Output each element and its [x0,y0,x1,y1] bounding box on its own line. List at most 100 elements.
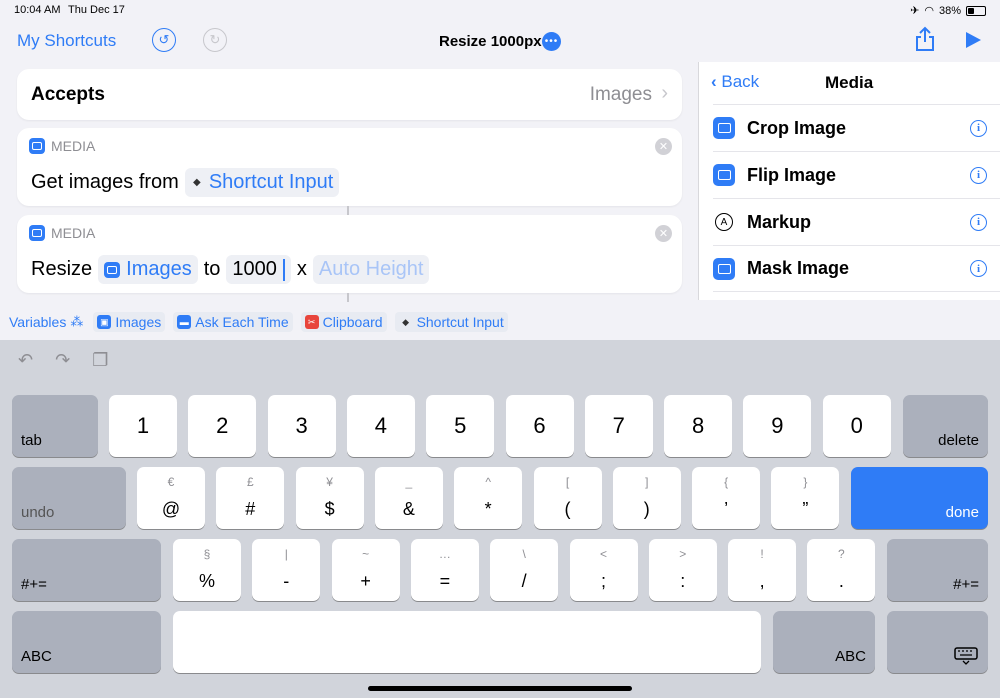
abc-key-right[interactable]: ABC [773,611,875,673]
sidebar-item-crop-image[interactable]: Crop Image i [713,104,1000,151]
symbol-key-3[interactable]: ~ + [331,539,400,601]
info-icon[interactable]: i [970,119,987,137]
variable-clipboard[interactable]: ✂ Clipboard [300,312,387,332]
action-category: MEDIA [29,225,95,241]
markup-icon: A [715,213,733,231]
battery-icon [966,5,986,16]
redo-icon[interactable]: ↻ [203,28,227,52]
media-icon [713,257,735,280]
magic-wand-icon[interactable]: ⁂ [70,314,83,330]
shortcut-input-icon: ◆ [192,177,201,188]
action-connector [347,293,349,302]
symbol-key-6[interactable]: <; [569,539,638,601]
variables-label[interactable]: Variables [9,314,66,330]
symbol-key-2[interactable]: £ # [216,467,285,529]
symbol-key-8[interactable]: !, [728,539,797,601]
key-6[interactable]: 6 [505,395,574,457]
key-9[interactable]: 9 [743,395,812,457]
symbol-key-4[interactable]: … = [410,539,479,601]
airplane-icon: ✈ [910,5,920,17]
tab-key[interactable]: tab [12,395,98,457]
actions-sidebar: ‹ Back Media Crop Image i Flip Image i A… [698,62,1000,300]
my-shortcuts-button[interactable]: My Shortcuts [17,31,116,51]
symbol-key-8[interactable]: {’ [692,467,761,529]
status-bar: 10:04 AM Thu Dec 17 ✈ ◠ 38% [0,0,1000,22]
sidebar-back-button[interactable]: ‹ Back [711,72,759,92]
images-icon [104,261,121,278]
width-field[interactable]: 1000 [226,255,291,284]
share-icon[interactable] [914,26,936,52]
symbol-key-5[interactable]: ^ * [454,467,523,529]
to-label: to [203,258,221,280]
kb-redo-icon[interactable]: ↷ [55,350,70,371]
wifi-icon: ◠ [924,5,934,17]
undo-key[interactable]: undo [12,467,126,529]
hide-keyboard-key[interactable] [887,611,988,673]
action-resize[interactable]: MEDIA ✕ Resize Images to 1000 x Auto Hei… [17,215,682,293]
symbol-key-1[interactable]: € @ [137,467,205,529]
images-token[interactable]: Images [98,255,198,284]
sidebar-item-flip-image[interactable]: Flip Image i [713,151,1000,198]
shortcut-title[interactable]: Resize 1000px [439,33,542,50]
symbol-key-7[interactable]: ]) [612,467,681,529]
variable-ask-each-time[interactable]: ▬ Ask Each Time [173,312,293,332]
variables-bar: Variables ⁂ ▣ Images ▬ Ask Each Time ✂ Clip… [0,307,1000,337]
symbol-key-9[interactable]: }” [771,467,840,529]
status-right: ✈ ◠ 38% [910,4,986,17]
remove-action-icon[interactable]: ✕ [655,138,672,155]
info-icon[interactable]: i [970,166,987,184]
key-5[interactable]: 5 [426,395,495,457]
info-icon[interactable]: i [970,260,987,277]
shortcut-input-token[interactable]: ◆ Shortcut Input [184,168,340,197]
key-4[interactable]: 4 [346,395,415,457]
done-key[interactable]: done [851,467,988,529]
paste-icon[interactable]: ❐ [92,350,108,371]
keyboard: ↶ ↷ ❐ tab 1234567890 delete undo € @ £ # ¥ $ _… [0,340,1000,698]
kb-undo-icon[interactable]: ↶ [18,350,33,371]
delete-key[interactable]: delete [903,395,988,457]
more-options-icon[interactable]: ••• [542,32,561,51]
speech-bubble-icon: ▬ [177,315,192,329]
keyboard-shortcuts-bar: ↶ ↷ ❐ [18,350,108,371]
symbol-key-4[interactable]: _ & [374,467,443,529]
symbols-key-left[interactable]: #+= [12,539,161,601]
chevron-left-icon: ‹ [711,72,722,91]
key-1[interactable]: 1 [109,395,177,457]
key-0[interactable]: 0 [822,395,891,457]
media-icon [713,164,735,186]
key-3[interactable]: 3 [267,395,336,457]
battery-percent: 38% [938,4,961,17]
sidebar-item-markup[interactable]: A Markup i [713,198,1000,245]
undo-icon[interactable]: ↺ [152,28,176,52]
accepts-value[interactable]: Images [590,84,652,106]
keyboard-icon [954,647,978,665]
key-7[interactable]: 7 [584,395,653,457]
symbol-key-3[interactable]: ¥ $ [295,467,364,529]
action-get-images[interactable]: MEDIA ✕ Get images from ◆ Shortcut Input [17,128,682,206]
symbol-key-9[interactable]: ?. [807,539,876,601]
action-connector [347,206,349,215]
variable-shortcut-input[interactable]: ◆ Shortcut Input [394,312,508,332]
images-icon: ▣ [97,315,112,329]
symbol-key-6[interactable]: [( [533,467,602,529]
media-icon [29,225,45,241]
info-icon[interactable]: i [970,213,987,231]
symbol-key-2[interactable]: | - [252,539,321,601]
action-category: MEDIA [29,138,95,154]
key-8[interactable]: 8 [664,395,733,457]
play-icon[interactable] [963,30,983,50]
symbols-key-right[interactable]: #+= [887,539,988,601]
symbol-key-7[interactable]: >: [648,539,717,601]
symbol-key-5[interactable]: \ / [490,539,559,601]
home-indicator [368,686,632,691]
status-date: Thu Dec 17 [68,4,125,16]
remove-action-icon[interactable]: ✕ [655,225,672,242]
key-2[interactable]: 2 [188,395,257,457]
height-field[interactable]: Auto Height [312,255,430,284]
sidebar-item-mask-image[interactable]: Mask Image i [713,245,1000,292]
variable-images[interactable]: ▣ Images [93,312,166,332]
symbol-key-1[interactable]: §% [173,539,241,601]
abc-key-left[interactable]: ABC [12,611,161,673]
space-key[interactable] [173,611,761,673]
accepts-row[interactable]: Accepts Images › [17,69,682,120]
